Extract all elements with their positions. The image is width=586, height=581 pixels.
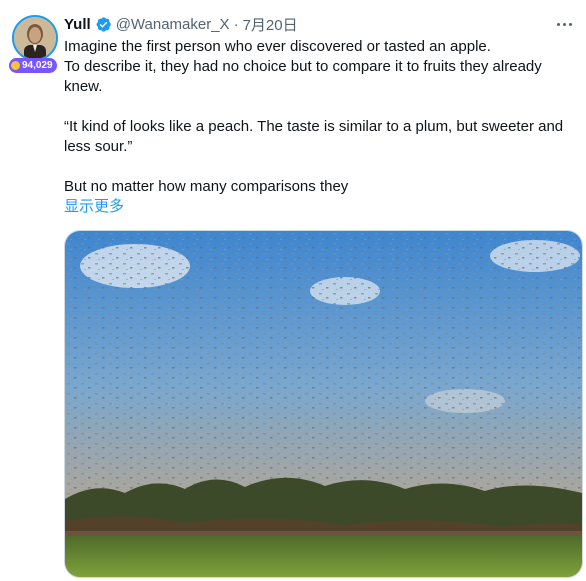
tweet-date[interactable]: 7月20日 bbox=[243, 14, 298, 35]
tweet-text: Imagine the first person who ever discov… bbox=[64, 37, 584, 217]
avatar[interactable] bbox=[12, 15, 58, 61]
tweet-quote: “It kind of looks like a peach. The tast… bbox=[64, 118, 564, 155]
follower-badge: 94,029 bbox=[9, 58, 57, 73]
coin-icon bbox=[11, 61, 20, 70]
verified-badge-icon bbox=[96, 16, 111, 32]
tweet-photo[interactable] bbox=[64, 230, 583, 578]
tweet-line: To describe it, they had no choice but t… bbox=[64, 58, 542, 95]
more-options-icon[interactable] bbox=[554, 15, 574, 33]
author-handle[interactable]: @Wanamaker_X bbox=[116, 16, 230, 33]
tweet-card[interactable]: 94,029 Yull @Wanamaker_X · 7月20日 Imagine… bbox=[0, 0, 586, 581]
show-more-link[interactable]: 显示更多 bbox=[64, 197, 584, 217]
author-name[interactable]: Yull bbox=[64, 16, 91, 33]
author-avatar-group[interactable]: 94,029 bbox=[9, 15, 58, 73]
tweet-header: Yull @Wanamaker_X · 7月20日 bbox=[64, 14, 298, 34]
tweet-line: Imagine the first person who ever discov… bbox=[64, 38, 491, 55]
tweet-line: But no matter how many comparisons they bbox=[64, 178, 349, 195]
badge-count: 94,029 bbox=[22, 60, 53, 71]
separator: · bbox=[233, 15, 239, 33]
